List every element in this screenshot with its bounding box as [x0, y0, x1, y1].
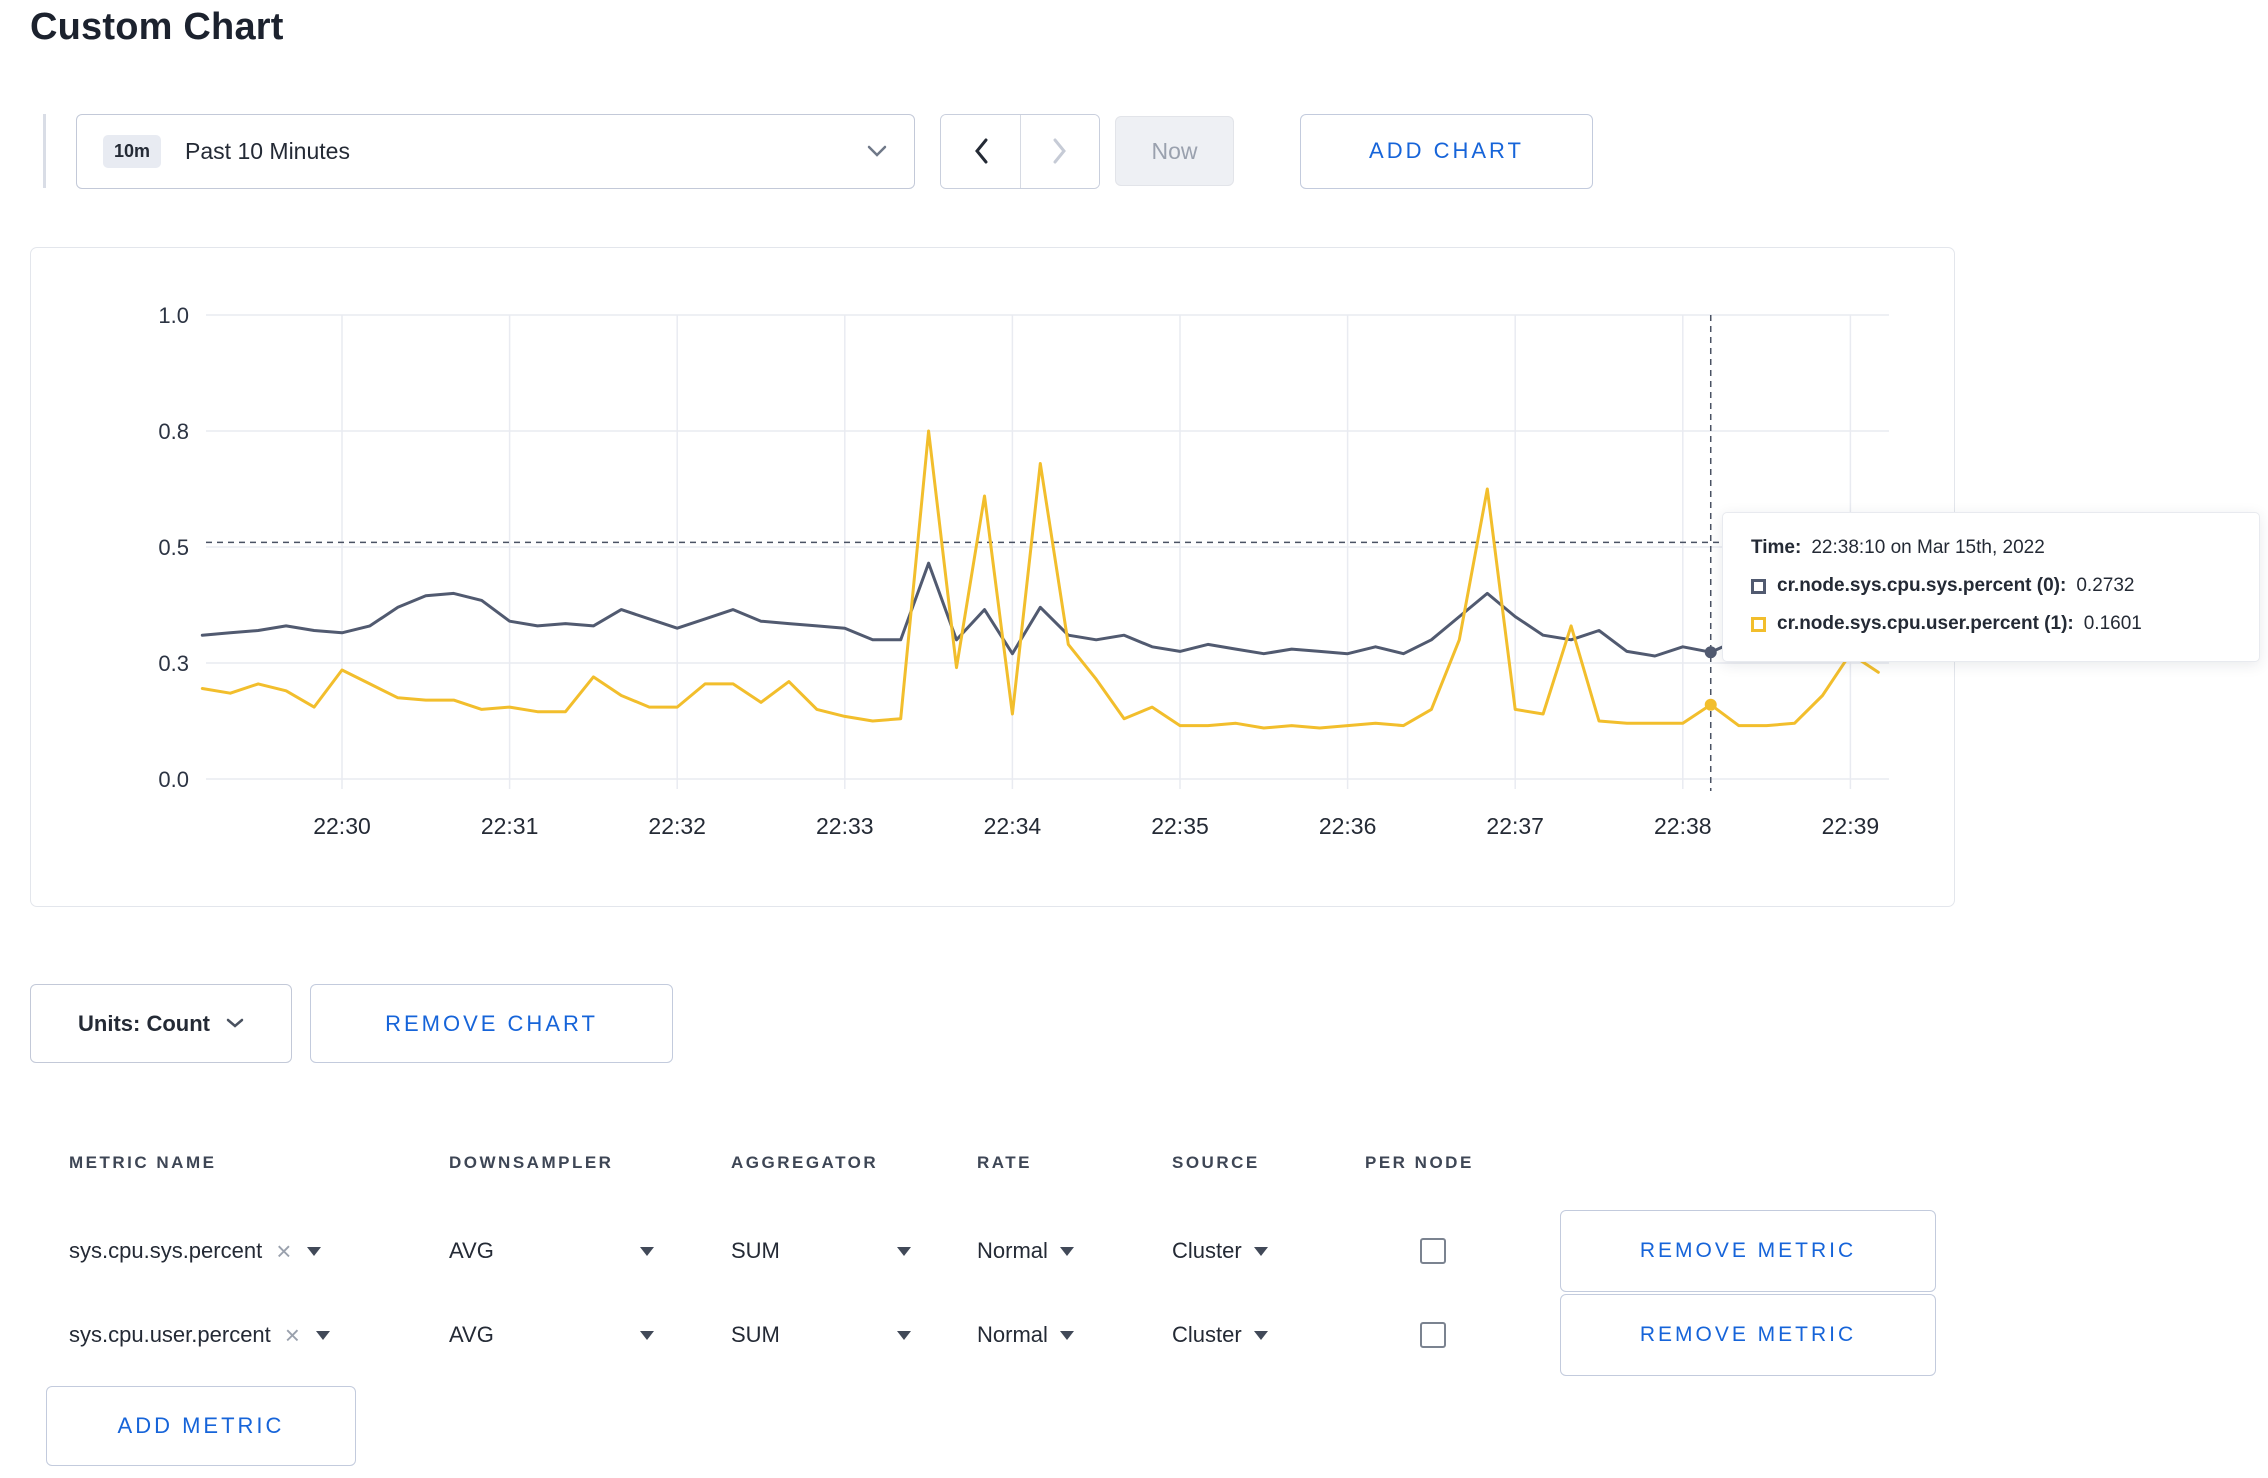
caret-down-icon	[897, 1330, 911, 1340]
tooltip-time-row: Time: 22:38:10 on Mar 15th, 2022	[1751, 537, 2231, 559]
table-row: sys.cpu.sys.percent × AVG SUM Normal Clu…	[30, 1209, 1955, 1293]
svg-text:0.5: 0.5	[158, 535, 189, 560]
chevron-down-icon	[226, 1018, 244, 1028]
source-select[interactable]: Cluster	[1172, 1322, 1268, 1348]
aggregator-select[interactable]: SUM	[731, 1238, 911, 1264]
time-range-dropdown[interactable]: 10m Past 10 Minutes	[76, 113, 915, 189]
per-node-checkbox[interactable]	[1420, 1238, 1446, 1264]
add-metric-button[interactable]: ADD METRIC	[46, 1386, 356, 1466]
caret-down-icon	[640, 1246, 654, 1256]
caret-down-icon	[1253, 1246, 1268, 1256]
remove-metric-button[interactable]: REMOVE METRIC	[1560, 1210, 1936, 1292]
aggregator-value: SUM	[731, 1322, 780, 1347]
rate-select[interactable]: Normal	[977, 1322, 1074, 1348]
chevron-right-icon	[1053, 138, 1066, 164]
units-dropdown[interactable]: Units: Count	[30, 984, 292, 1063]
tooltip-series-value: 0.1601	[2083, 613, 2142, 634]
metric-name-value: sys.cpu.sys.percent	[69, 1238, 263, 1263]
series-sys-swatch-icon	[1751, 578, 1766, 594]
aggregator-select[interactable]: SUM	[731, 1322, 911, 1348]
rate-select[interactable]: Normal	[977, 1238, 1074, 1264]
svg-text:22:30: 22:30	[313, 813, 371, 839]
metrics-table: METRIC NAME DOWNSAMPLER AGGREGATOR RATE …	[30, 1117, 1955, 1377]
time-pager	[940, 113, 1100, 189]
svg-text:22:38: 22:38	[1654, 813, 1712, 839]
col-header-source: SOURCE	[1172, 1153, 1260, 1172]
downsampler-value: AVG	[449, 1322, 494, 1347]
chart-svg: 1.0 0.8 0.5 0.3 0.0 22:30 22:31 22:32 22:33 22:34…	[158, 303, 1889, 839]
caret-down-icon	[307, 1246, 322, 1256]
metric-name-select[interactable]: sys.cpu.user.percent ×	[69, 1322, 449, 1348]
units-label: Units: Count	[78, 1010, 210, 1036]
tooltip-series-row: cr.node.sys.cpu.sys.percent (0): 0.2732	[1751, 575, 2231, 597]
source-value: Cluster	[1172, 1322, 1242, 1347]
col-header-rate: RATE	[977, 1153, 1033, 1172]
add-chart-button[interactable]: ADD CHART	[1300, 113, 1593, 189]
chart-controls-row: Units: Count REMOVE CHART	[30, 984, 673, 1063]
prev-time-button[interactable]	[941, 114, 1020, 188]
col-header-downsampler: DOWNSAMPLER	[449, 1153, 614, 1172]
next-time-button[interactable]	[1020, 114, 1099, 188]
caret-down-icon	[640, 1330, 654, 1340]
downsampler-select[interactable]: AVG	[449, 1238, 654, 1264]
caret-down-icon	[897, 1246, 911, 1256]
svg-text:22:35: 22:35	[1151, 813, 1209, 839]
svg-text:22:32: 22:32	[648, 813, 706, 839]
svg-text:22:36: 22:36	[1319, 813, 1377, 839]
now-button[interactable]: Now	[1115, 116, 1234, 186]
tooltip-series-label: cr.node.sys.cpu.sys.percent (0):	[1777, 575, 2067, 596]
svg-text:0.3: 0.3	[158, 651, 189, 676]
svg-text:1.0: 1.0	[158, 303, 189, 328]
rate-value: Normal	[977, 1238, 1048, 1263]
svg-text:22:39: 22:39	[1822, 813, 1880, 839]
remove-metric-button[interactable]: REMOVE METRIC	[1560, 1294, 1936, 1376]
aggregator-value: SUM	[731, 1238, 780, 1263]
remove-chart-button[interactable]: REMOVE CHART	[310, 984, 673, 1063]
tooltip-series-label: cr.node.sys.cpu.user.percent (1):	[1777, 613, 2074, 634]
table-row: sys.cpu.user.percent × AVG SUM Normal Cl…	[30, 1293, 1955, 1377]
toolbar: 10m Past 10 Minutes Now ADD CHART	[43, 113, 1593, 189]
svg-text:22:31: 22:31	[481, 813, 539, 839]
toolbar-divider	[43, 114, 46, 188]
rate-value: Normal	[977, 1322, 1048, 1347]
clear-metric-icon[interactable]: ×	[276, 1238, 291, 1264]
custom-chart-page: Custom Chart 10m Past 10 Minutes Now ADD…	[0, 0, 2268, 1478]
clear-metric-icon[interactable]: ×	[285, 1322, 300, 1348]
source-select[interactable]: Cluster	[1172, 1238, 1268, 1264]
time-range-badge: 10m	[103, 134, 162, 168]
caret-down-icon	[315, 1330, 330, 1340]
series-user-swatch-icon	[1751, 616, 1766, 632]
svg-text:0.8: 0.8	[158, 419, 189, 444]
downsampler-select[interactable]: AVG	[449, 1322, 654, 1348]
col-header-aggregator: AGGREGATOR	[731, 1153, 879, 1172]
table-header-row: METRIC NAME DOWNSAMPLER AGGREGATOR RATE …	[30, 1117, 1955, 1209]
tooltip-time-label: Time:	[1751, 537, 1802, 558]
source-value: Cluster	[1172, 1238, 1242, 1263]
caret-down-icon	[1253, 1330, 1268, 1340]
svg-text:22:34: 22:34	[984, 813, 1042, 839]
svg-text:0.0: 0.0	[158, 767, 189, 792]
metric-name-select[interactable]: sys.cpu.sys.percent ×	[69, 1238, 449, 1264]
chevron-left-icon	[974, 138, 987, 164]
tooltip-series-value: 0.2732	[2076, 575, 2135, 596]
svg-text:22:37: 22:37	[1486, 813, 1544, 839]
chart-panel[interactable]: 1.0 0.8 0.5 0.3 0.0 22:30 22:31 22:32 22:33 22:34…	[30, 247, 1955, 907]
downsampler-value: AVG	[449, 1238, 494, 1263]
caret-down-icon	[1059, 1330, 1074, 1340]
svg-text:22:33: 22:33	[816, 813, 874, 839]
chevron-down-icon	[867, 145, 887, 157]
metric-name-value: sys.cpu.user.percent	[69, 1322, 271, 1347]
tooltip-time-value: 22:38:10 on Mar 15th, 2022	[1811, 537, 2045, 558]
per-node-checkbox[interactable]	[1420, 1322, 1446, 1348]
col-header-metric-name: METRIC NAME	[69, 1153, 217, 1172]
chart-tooltip: Time: 22:38:10 on Mar 15th, 2022 cr.node…	[1722, 512, 2260, 662]
caret-down-icon	[1059, 1246, 1074, 1256]
tooltip-series-row: cr.node.sys.cpu.user.percent (1): 0.1601	[1751, 613, 2231, 635]
page-title: Custom Chart	[30, 6, 284, 48]
col-header-per-node: PER NODE	[1365, 1153, 1474, 1172]
time-range-label: Past 10 Minutes	[185, 137, 350, 164]
